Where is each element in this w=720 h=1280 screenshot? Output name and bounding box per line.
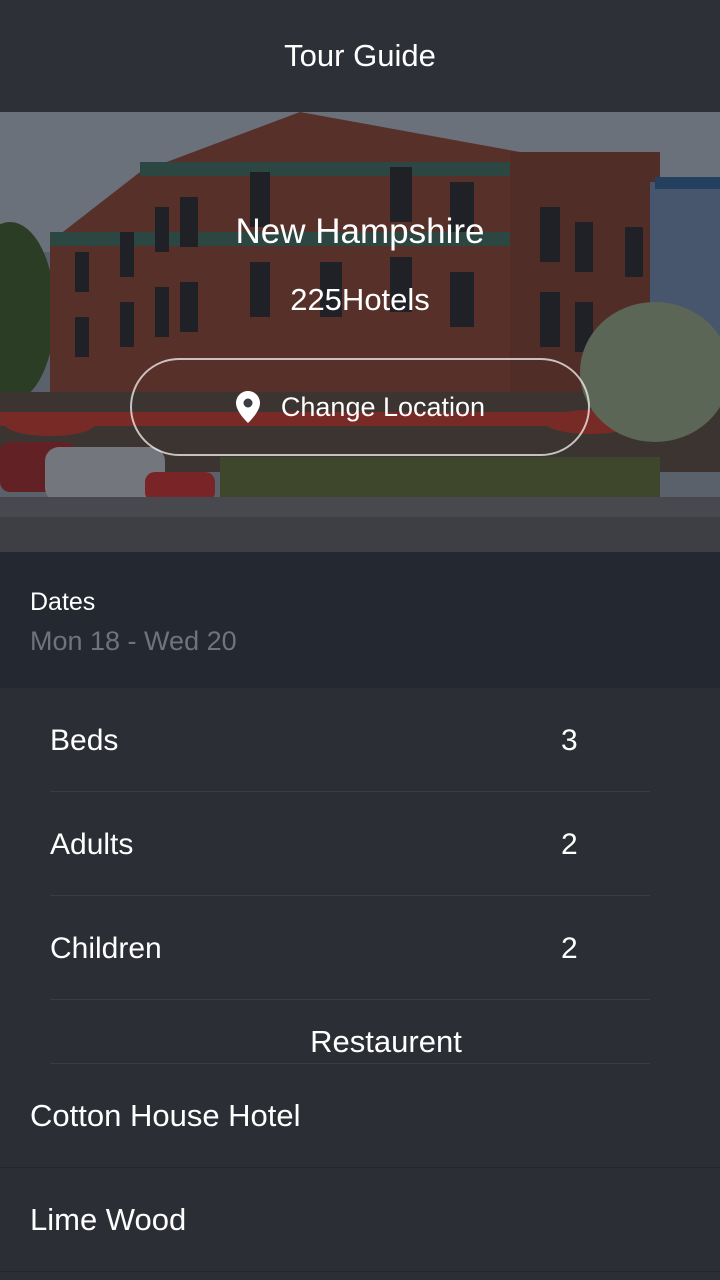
adults-row[interactable]: Adults 2 bbox=[50, 792, 650, 896]
hero-banner: New Hampshire 225Hotels Change Location bbox=[0, 112, 720, 552]
adults-label: Adults bbox=[50, 828, 134, 861]
hotel-name: Lime Wood bbox=[30, 1202, 187, 1237]
beds-row[interactable]: Beds 3 bbox=[50, 688, 650, 792]
children-row[interactable]: Children 2 bbox=[50, 896, 650, 1000]
dates-label: Dates bbox=[30, 588, 96, 616]
hotel-list-item[interactable]: Cotton House Hotel bbox=[0, 1064, 720, 1168]
city-name: New Hampshire bbox=[235, 212, 485, 251]
location-pin-icon bbox=[235, 391, 260, 423]
change-location-label: Change Location bbox=[280, 391, 486, 422]
hero-overlay bbox=[0, 112, 720, 552]
hotel-list-item[interactable]: Lime Wood bbox=[0, 1168, 720, 1272]
dates-section[interactable]: Dates Mon 18 - Wed 20 bbox=[0, 552, 720, 688]
booking-details: Beds 3 Adults 2 Children 2 Restaurent bbox=[0, 688, 720, 1064]
children-value: 2 bbox=[561, 932, 578, 965]
dates-value: Mon 18 - Wed 20 bbox=[30, 626, 237, 656]
change-location-button[interactable]: Change Location bbox=[130, 358, 590, 456]
app-bar: Tour Guide bbox=[0, 0, 720, 112]
hotel-name: Cotton House Hotel bbox=[30, 1098, 301, 1133]
hotel-count: 225Hotels bbox=[290, 282, 430, 317]
beds-value: 3 bbox=[561, 724, 578, 757]
beds-label: Beds bbox=[50, 724, 119, 757]
adults-value: 2 bbox=[561, 828, 578, 861]
children-label: Children bbox=[50, 932, 162, 965]
app-title: Tour Guide bbox=[284, 38, 436, 73]
restaurant-section-header: Restaurent bbox=[50, 1000, 650, 1064]
